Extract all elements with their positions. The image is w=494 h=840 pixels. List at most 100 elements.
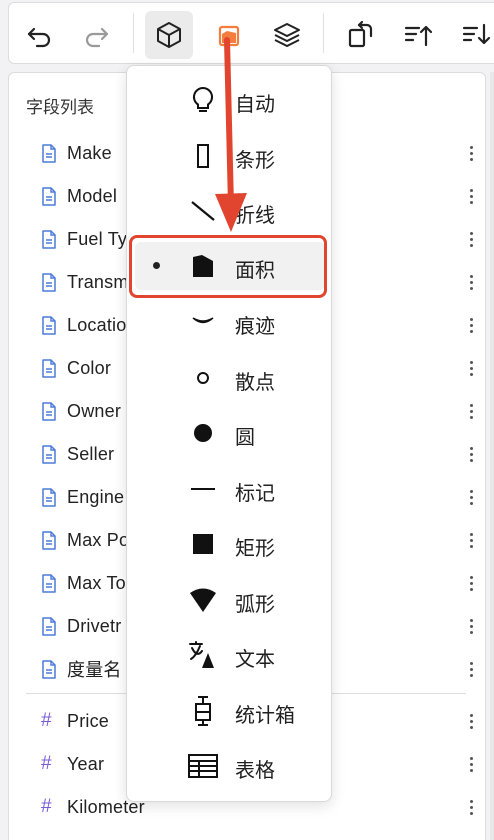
boxplot-icon bbox=[187, 695, 219, 727]
field-menu-icon[interactable] bbox=[461, 229, 481, 249]
menu-item-label: 弧形 bbox=[235, 592, 275, 616]
sort-ascending-icon bbox=[404, 25, 433, 47]
text-icon bbox=[187, 639, 219, 671]
table-icon bbox=[187, 750, 219, 782]
menu-item-trail[interactable]: 痕迹 bbox=[135, 298, 325, 346]
field-name: Max To bbox=[67, 572, 126, 593]
menu-item-area[interactable]: 面积 bbox=[135, 242, 325, 290]
document-icon bbox=[41, 358, 59, 378]
undo-icon bbox=[27, 27, 51, 48]
document-icon bbox=[41, 143, 59, 163]
document-icon bbox=[41, 616, 59, 636]
sort-descending-icon bbox=[462, 23, 491, 45]
field-name: Price bbox=[67, 710, 110, 731]
sort-ascending-button[interactable] bbox=[395, 11, 443, 59]
point-icon bbox=[187, 362, 219, 394]
field-menu-icon[interactable] bbox=[461, 143, 481, 163]
menu-item-label: 标记 bbox=[235, 481, 275, 505]
tick-icon bbox=[187, 473, 219, 505]
menu-item-label: 痕迹 bbox=[235, 314, 275, 338]
line-icon bbox=[187, 195, 219, 227]
document-icon bbox=[41, 186, 59, 206]
redo-button[interactable] bbox=[73, 11, 121, 59]
menu-item-line[interactable]: 折线 bbox=[135, 187, 325, 235]
menu-item-point[interactable]: 散点 bbox=[135, 354, 325, 402]
menu-item-label: 统计箱 bbox=[235, 703, 295, 727]
document-icon bbox=[41, 272, 59, 292]
field-menu-icon[interactable] bbox=[461, 616, 481, 636]
menu-item-label: 自动 bbox=[235, 92, 275, 116]
field-name: Drivetr bbox=[67, 615, 122, 636]
document-icon bbox=[41, 229, 59, 249]
rotate-button[interactable] bbox=[337, 11, 385, 59]
field-menu-icon[interactable] bbox=[461, 272, 481, 292]
document-icon bbox=[41, 444, 59, 464]
field-menu-icon[interactable] bbox=[461, 754, 481, 774]
document-icon bbox=[41, 315, 59, 335]
mark-type-menu: 自动 条形 折线 面积 痕迹 散点 圆 标记 矩形 弧形 文本 统计箱 表格 bbox=[126, 65, 332, 802]
field-menu-icon[interactable] bbox=[461, 797, 481, 817]
document-icon bbox=[41, 530, 59, 550]
field-menu-icon[interactable] bbox=[461, 401, 481, 421]
field-name: Max Po bbox=[67, 529, 130, 550]
menu-item-label: 矩形 bbox=[235, 536, 275, 560]
field-name: Year bbox=[67, 753, 105, 774]
menu-item-label: 条形 bbox=[235, 148, 275, 172]
trail-icon bbox=[187, 306, 219, 338]
document-icon bbox=[41, 401, 59, 421]
circle-icon bbox=[187, 417, 219, 449]
menu-item-label: 面积 bbox=[235, 258, 275, 282]
menu-item-boxplot[interactable]: 统计箱 bbox=[135, 687, 325, 735]
hash-icon: # bbox=[41, 753, 52, 774]
mark-type-button[interactable] bbox=[145, 11, 193, 59]
field-menu-icon[interactable] bbox=[461, 444, 481, 464]
toolbar bbox=[8, 2, 494, 64]
field-menu-icon[interactable] bbox=[461, 711, 481, 731]
field-name: Seller bbox=[67, 443, 115, 464]
hash-icon: # bbox=[41, 710, 52, 731]
field-name: Transm bbox=[67, 271, 129, 292]
layers-icon bbox=[274, 23, 300, 47]
menu-item-auto[interactable]: 自动 bbox=[135, 76, 325, 124]
menu-item-text[interactable]: 文本 bbox=[135, 631, 325, 679]
menu-item-label: 文本 bbox=[235, 647, 275, 671]
field-menu-icon[interactable] bbox=[461, 530, 481, 550]
hash-icon: # bbox=[41, 796, 52, 817]
adjacent-panel-edge bbox=[490, 72, 494, 840]
field-name: Engine bbox=[67, 486, 125, 507]
area-icon bbox=[187, 250, 219, 282]
menu-item-arc[interactable]: 弧形 bbox=[135, 576, 325, 624]
bar-icon bbox=[187, 140, 219, 172]
menu-item-rect[interactable]: 矩形 bbox=[135, 520, 325, 568]
menu-item-tick[interactable]: 标记 bbox=[135, 465, 325, 513]
area-mark-button[interactable] bbox=[205, 11, 253, 59]
layers-button[interactable] bbox=[263, 11, 311, 59]
field-name: Make bbox=[67, 142, 112, 163]
rect-icon bbox=[187, 528, 219, 560]
area-mark-icon bbox=[218, 25, 240, 47]
selected-bullet-icon bbox=[153, 262, 160, 269]
field-menu-icon[interactable] bbox=[461, 573, 481, 593]
menu-item-label: 散点 bbox=[235, 370, 275, 394]
sort-descending-button[interactable] bbox=[453, 11, 494, 59]
menu-item-label: 圆 bbox=[235, 425, 255, 449]
field-menu-icon[interactable] bbox=[461, 659, 481, 679]
undo-button[interactable] bbox=[15, 11, 63, 59]
field-name: Color bbox=[67, 357, 112, 378]
field-menu-icon[interactable] bbox=[461, 186, 481, 206]
document-icon bbox=[41, 573, 59, 593]
field-name: Fuel Ty bbox=[67, 228, 128, 249]
field-menu-icon[interactable] bbox=[461, 315, 481, 335]
menu-item-circle[interactable]: 圆 bbox=[135, 409, 325, 457]
menu-item-label: 折线 bbox=[235, 203, 275, 227]
rotate-icon bbox=[348, 20, 373, 48]
arc-icon bbox=[187, 584, 219, 616]
field-menu-icon[interactable] bbox=[461, 487, 481, 507]
cube-icon bbox=[157, 22, 181, 48]
field-name: Locatio bbox=[67, 314, 127, 335]
field-name: 度量名 bbox=[67, 660, 122, 680]
lightbulb-icon bbox=[187, 84, 219, 116]
field-menu-icon[interactable] bbox=[461, 358, 481, 378]
menu-item-bar[interactable]: 条形 bbox=[135, 132, 325, 180]
menu-item-table[interactable]: 表格 bbox=[135, 742, 325, 790]
